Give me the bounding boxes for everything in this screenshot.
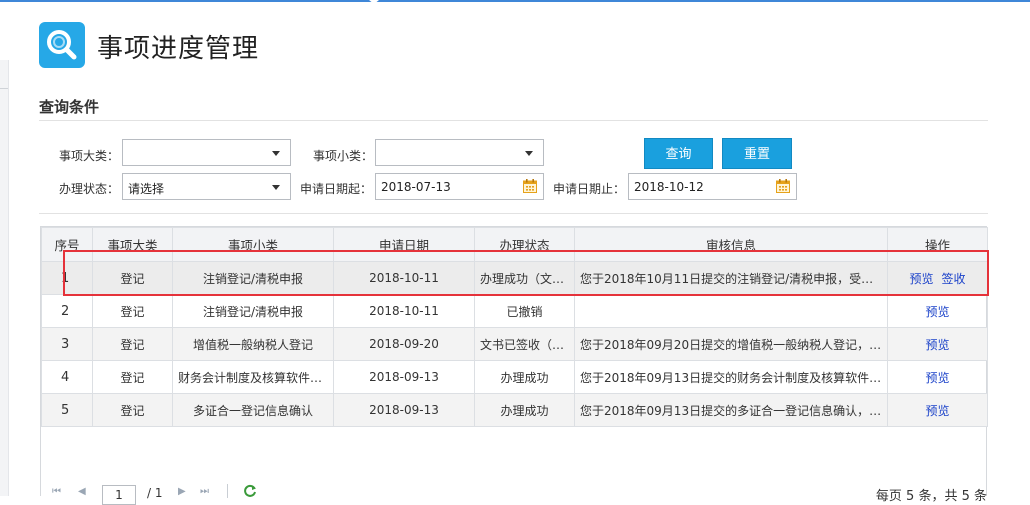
subcategory-label: 事项小类： (313, 149, 374, 163)
row-date: 2018-09-20 (333, 327, 475, 361)
date-end-value: 2018-10-12 (634, 180, 704, 194)
row-review-info: 您于2018年09月13日提交的多证合一登记信息确认，审核通过 (574, 393, 888, 427)
column-header[interactable]: 操作 (887, 227, 988, 262)
category-select[interactable] (122, 139, 291, 166)
table-row[interactable]: 2 登记 注销登记/清税申报 2018-10-11 已撤销 预览 (41, 294, 988, 328)
search-button[interactable]: 查询 (644, 138, 713, 169)
row-subcategory: 注销登记/清税申报 (172, 261, 334, 295)
table-row[interactable]: 1 登记 注销登记/清税申报 2018-10-11 办理成功（文书已签收） 您于… (41, 261, 988, 295)
status-label: 办理状态： (59, 182, 120, 196)
left-panel-edge (0, 60, 9, 496)
row-index: 4 (41, 360, 93, 394)
calendar-icon[interactable] (523, 179, 537, 193)
status-select[interactable]: 请选择 (122, 173, 291, 200)
row-actions: 预览 签收 (887, 261, 988, 295)
row-date: 2018-10-11 (333, 294, 475, 328)
column-header[interactable]: 事项小类 (172, 227, 334, 262)
row-review-info: 您于2018年09月13日提交的财务会计制度及核算软件备案报告，审核通过 (574, 360, 888, 394)
row-category: 登记 (92, 261, 173, 295)
row-status: 办理成功 (474, 393, 575, 427)
results-grid: 序号 事项大类 事项小类 申请日期 办理状态 审核信息 操作 1 登记 注销登记… (40, 226, 988, 496)
table-row[interactable]: 4 登记 财务会计制度及核算软件备案报告 2018-09-13 办理成功 您于2… (41, 360, 988, 394)
table-row[interactable]: 3 登记 增值税一般纳税人登记 2018-09-20 文书已签收（已办结） 您于… (41, 327, 988, 361)
column-header[interactable]: 申请日期 (333, 227, 475, 262)
results-table: 序号 事项大类 事项小类 申请日期 办理状态 审核信息 操作 1 登记 注销登记… (41, 227, 988, 427)
next-page-icon[interactable]: ▶ (178, 486, 186, 497)
row-subcategory: 增值税一般纳税人登记 (172, 327, 334, 361)
preview-link[interactable]: 预览 (925, 404, 949, 418)
query-section-title: 查询条件 (39, 98, 100, 116)
row-review-info (574, 294, 888, 328)
date-end-label: 申请日期止： (553, 182, 626, 196)
category-label: 事项大类： (59, 149, 120, 163)
row-subcategory: 注销登记/清税申报 (172, 294, 334, 328)
date-start-value: 2018-07-13 (381, 180, 451, 194)
column-header[interactable]: 审核信息 (574, 227, 888, 262)
page-number-input[interactable]: 1 (102, 485, 136, 505)
top-accent-bar (0, 0, 1030, 2)
chevron-down-icon (272, 151, 280, 156)
row-status: 办理成功（文书已签收） (474, 261, 575, 295)
section-divider (39, 120, 988, 121)
row-date: 2018-09-13 (333, 360, 475, 394)
search-icon (39, 22, 85, 68)
top-notch (369, 0, 379, 4)
row-date: 2018-10-11 (333, 261, 475, 295)
column-header[interactable]: 序号 (41, 227, 93, 262)
row-category: 登记 (92, 360, 173, 394)
row-status: 文书已签收（已办结） (474, 327, 575, 361)
pagination-bar: ⏮ ◀ 1 / 1 ▶ ⏭ 每页 5 条，共 5 条 (40, 481, 987, 505)
sign-link[interactable]: 签收 (942, 272, 966, 286)
date-start-label: 申请日期起： (300, 182, 373, 196)
prev-page-icon[interactable]: ◀ (78, 486, 86, 497)
row-index: 3 (41, 327, 93, 361)
row-status: 已撤销 (474, 294, 575, 328)
subcategory-select[interactable] (375, 139, 544, 166)
status-select-value: 请选择 (128, 182, 165, 196)
table-header-row: 序号 事项大类 事项小类 申请日期 办理状态 审核信息 操作 (41, 227, 988, 262)
row-subcategory: 财务会计制度及核算软件备案报告 (172, 360, 334, 394)
row-subcategory: 多证合一登记信息确认 (172, 393, 334, 427)
column-header[interactable]: 事项大类 (92, 227, 173, 262)
row-index: 5 (41, 393, 93, 427)
row-actions: 预览 (887, 294, 988, 328)
page-summary: 每页 5 条，共 5 条 (875, 489, 987, 504)
preview-link[interactable]: 预览 (925, 305, 949, 319)
row-actions: 预览 (887, 360, 988, 394)
date-start-field[interactable]: 2018-07-13 (375, 173, 544, 200)
table-row[interactable]: 5 登记 多证合一登记信息确认 2018-09-13 办理成功 您于2018年0… (41, 393, 988, 427)
row-status: 办理成功 (474, 360, 575, 394)
row-date: 2018-09-13 (333, 393, 475, 427)
preview-link[interactable]: 预览 (925, 371, 949, 385)
reset-button[interactable]: 重置 (722, 138, 792, 169)
chevron-down-icon (525, 151, 533, 156)
preview-link[interactable]: 预览 (909, 272, 933, 286)
chevron-down-icon (272, 185, 280, 190)
row-review-info: 您于2018年10月11日提交的注销登记/清税申报，受理成功 (574, 261, 888, 295)
row-actions: 预览 (887, 393, 988, 427)
row-actions: 预览 (887, 327, 988, 361)
column-header[interactable]: 办理状态 (474, 227, 575, 262)
date-end-field[interactable]: 2018-10-12 (628, 173, 797, 200)
row-index: 2 (41, 294, 93, 328)
preview-link[interactable]: 预览 (925, 338, 949, 352)
row-category: 登记 (92, 327, 173, 361)
filter-divider (39, 213, 988, 214)
row-review-info: 您于2018年09月20日提交的增值税一般纳税人登记，审核通过 (574, 327, 888, 361)
page-title: 事项进度管理 (97, 34, 260, 64)
total-pages: / 1 (147, 486, 163, 500)
row-category: 登记 (92, 294, 173, 328)
row-index: 1 (41, 261, 93, 295)
row-category: 登记 (92, 393, 173, 427)
calendar-icon[interactable] (776, 179, 790, 193)
last-page-icon[interactable]: ⏭ (200, 486, 209, 497)
first-page-icon[interactable]: ⏮ (52, 486, 61, 497)
